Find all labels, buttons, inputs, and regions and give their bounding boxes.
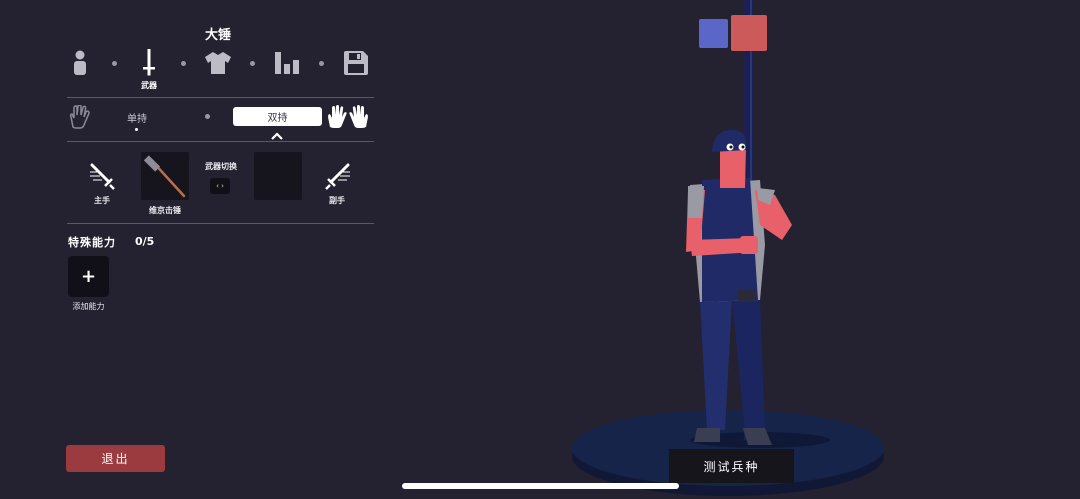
home-indicator[interactable] — [402, 483, 679, 489]
weapon-swap-button[interactable]: ‹ › — [210, 178, 230, 194]
main-weapon-name: 维京击锤 — [149, 206, 181, 215]
red-team-swatch[interactable] — [731, 15, 767, 51]
grip-separator — [205, 114, 210, 119]
main-hand-label: 主手 — [94, 196, 110, 205]
off-hand-label: 副手 — [329, 196, 345, 205]
step-label-weapon: 武器 — [141, 81, 157, 90]
divider — [67, 97, 374, 98]
shirt-icon[interactable] — [203, 48, 233, 78]
weapon-swap-label: 武器切换 — [205, 162, 237, 171]
war-hammer-icon — [143, 155, 186, 198]
off-hand-weapon-slot[interactable] — [254, 152, 302, 200]
stats-icon[interactable] — [272, 48, 302, 78]
save-icon[interactable] — [341, 48, 371, 78]
hand-outline-icon[interactable] — [68, 104, 90, 133]
unit-head — [720, 148, 746, 188]
selection-dot — [135, 128, 138, 131]
step-separator — [250, 61, 255, 66]
step-separator — [319, 61, 324, 66]
two-hand-option[interactable]: 双持 — [233, 107, 322, 126]
sword-icon[interactable] — [134, 48, 164, 78]
person-icon[interactable] — [65, 48, 95, 78]
unit-preview-scene — [572, 0, 884, 496]
exit-button[interactable]: 退出 — [66, 445, 165, 472]
step-separator — [181, 61, 186, 66]
unit-title: 大锤 — [204, 28, 231, 43]
off-hand-sword-icon — [325, 163, 351, 195]
ability-count: 0/5 — [135, 235, 155, 248]
divider — [67, 223, 374, 224]
main-hand-sword-icon — [89, 163, 115, 195]
two-hands-icon — [327, 105, 369, 133]
add-ability-label: 添加能力 — [72, 302, 105, 311]
special-abilities-title: 特殊能力 — [68, 236, 116, 249]
one-hand-option[interactable]: 单持 — [117, 110, 157, 125]
blue-team-swatch[interactable] — [699, 19, 728, 48]
step-separator — [112, 61, 117, 66]
test-unit-button[interactable]: 测试兵种 — [669, 449, 794, 483]
add-ability-button[interactable]: + — [68, 256, 109, 297]
divider — [67, 141, 374, 142]
main-weapon-slot[interactable] — [141, 152, 189, 200]
